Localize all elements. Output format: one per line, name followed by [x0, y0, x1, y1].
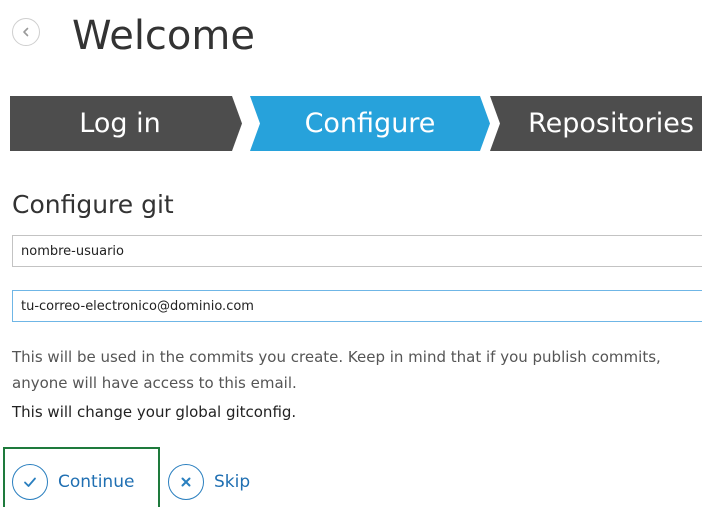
step-configure: Configure — [250, 96, 490, 151]
continue-label: Continue — [58, 472, 135, 492]
back-button[interactable] — [12, 18, 40, 46]
close-icon — [168, 464, 204, 500]
git-username-field[interactable] — [12, 235, 702, 267]
section-title: Configure git — [12, 190, 174, 219]
skip-label: Skip — [214, 472, 251, 492]
step-login-label: Log in — [79, 108, 161, 139]
chevron-left-icon — [23, 27, 29, 37]
page-title: Welcome — [72, 13, 255, 59]
welcome-screen: Welcome Log in Configure Repositories Co… — [0, 0, 702, 507]
step-login: Log in — [10, 96, 242, 151]
global-config-notice: This will change your global gitconfig. — [12, 403, 297, 421]
skip-button[interactable]: Skip — [168, 462, 250, 502]
git-email-field[interactable] — [12, 290, 702, 322]
step-progress-bar: Log in Configure Repositories — [10, 96, 702, 151]
checkmark-icon — [12, 464, 48, 500]
step-repositories: Repositories — [490, 96, 702, 151]
email-usage-hint: This will be used in the commits you cre… — [12, 348, 661, 392]
continue-button[interactable]: Continue — [12, 462, 134, 502]
step-repositories-label: Repositories — [528, 108, 694, 139]
step-configure-label: Configure — [304, 108, 436, 139]
